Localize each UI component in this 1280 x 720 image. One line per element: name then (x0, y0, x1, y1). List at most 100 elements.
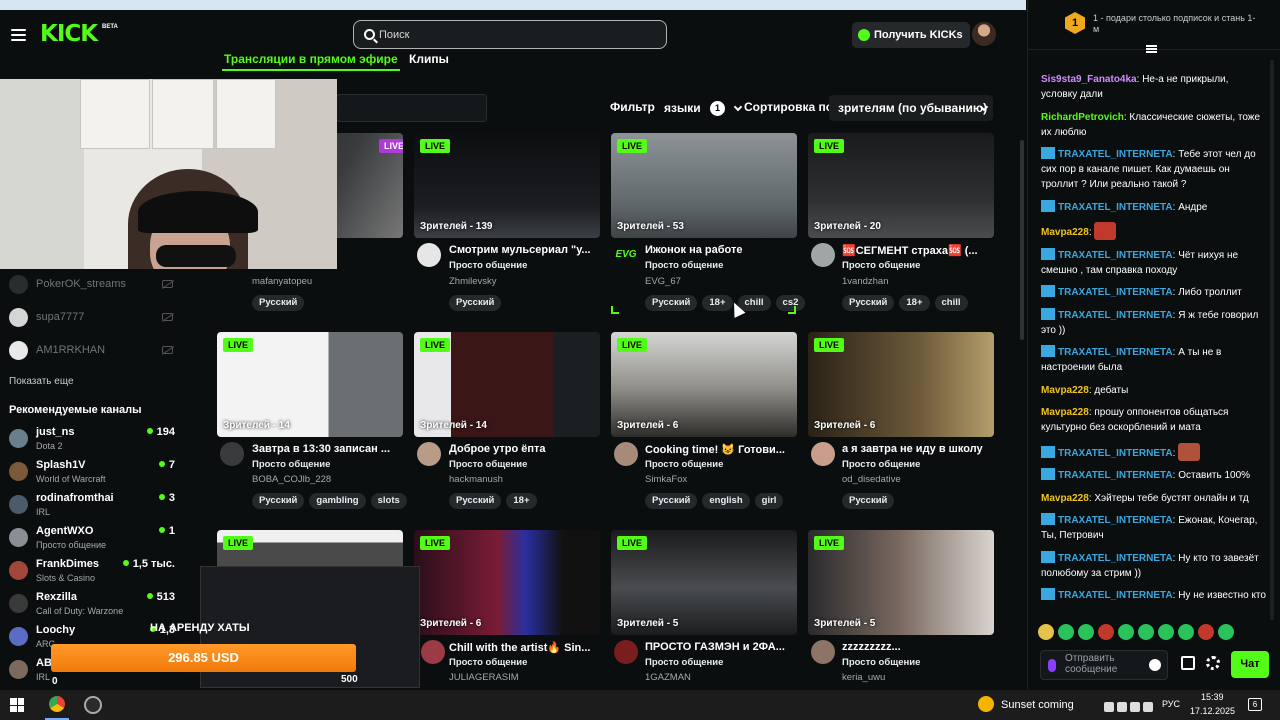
kick-logo[interactable]: KICK (40, 21, 98, 47)
hamburger-menu-icon[interactable] (11, 29, 26, 41)
streamer-avatar[interactable] (417, 442, 441, 466)
streamer-name[interactable]: JULIAGERASIM (449, 672, 519, 683)
stream-thumbnail[interactable]: LIVE Зрителей - 6 (414, 530, 600, 635)
stream-thumbnail[interactable]: LIVE Зрителей - 6 (611, 332, 797, 437)
search-box[interactable] (353, 20, 667, 49)
stream-thumbnail[interactable]: LIVE Зрителей - 5 (808, 530, 994, 635)
chat-username[interactable]: Mavpa228 (1041, 227, 1089, 238)
chat-username[interactable]: TRAXATEL_INTERNETA (1058, 590, 1173, 601)
show-more-link[interactable]: Показать еще (9, 376, 74, 387)
sort-dropdown[interactable]: зрителям (по убыванию) (829, 95, 993, 121)
streamer-avatar[interactable] (421, 640, 445, 664)
streamer-name[interactable]: hackmanush (449, 474, 503, 485)
chat-username[interactable]: Mavpa228 (1041, 407, 1089, 418)
sidebar-item-recommended[interactable]: Rexzilla Call of Duty: Warzone 513 (9, 591, 175, 621)
stream-category[interactable]: Просто общение (449, 260, 527, 271)
mic-icon[interactable] (1048, 659, 1056, 672)
chat-username[interactable]: TRAXATEL_INTERNETA (1058, 515, 1173, 526)
tag[interactable]: Русский (842, 493, 895, 509)
emote-icon[interactable] (1198, 624, 1214, 640)
chat-username[interactable]: TRAXATEL_INTERNETA (1058, 448, 1173, 459)
tag[interactable]: Русский (252, 493, 305, 509)
emote-icon[interactable] (1138, 624, 1154, 640)
stream-thumbnail[interactable]: LIVE Зрителей - 5 (611, 530, 797, 635)
category-filter-input[interactable] (336, 94, 487, 122)
tab-live-streams[interactable]: Трансляции в прямом эфире (222, 52, 400, 71)
chat-username[interactable]: Mavpa228 (1041, 385, 1089, 396)
stream-category[interactable]: Просто общение (645, 657, 723, 668)
windows-start-icon[interactable] (10, 698, 24, 712)
sidebar-item-recommended[interactable]: just_ns Dota 2 194 (9, 426, 175, 456)
streamer-avatar[interactable] (614, 640, 638, 664)
stream-category[interactable]: Просто общение (645, 459, 723, 470)
streamer-name[interactable]: 1vandzhan (842, 276, 888, 287)
stream-thumbnail[interactable]: LIVE Зрителей - 6 (808, 332, 994, 437)
obs-icon[interactable] (84, 696, 102, 714)
chat-username[interactable]: TRAXATEL_INTERNETA (1058, 287, 1173, 298)
clock-time[interactable]: 15:39 (1201, 692, 1224, 702)
emoji-icon[interactable] (1149, 659, 1161, 671)
weather-text[interactable]: Sunset coming (1001, 699, 1074, 711)
emote-icon[interactable] (1118, 624, 1134, 640)
tag[interactable]: Русский (449, 493, 502, 509)
stream-category[interactable]: Просто общение (842, 459, 920, 470)
chat-username[interactable]: TRAXATEL_INTERNETA (1058, 310, 1173, 321)
emote-icon[interactable] (1158, 624, 1174, 640)
streamer-name[interactable]: EVG_67 (645, 276, 681, 287)
tag[interactable]: chill (934, 295, 968, 311)
search-input[interactable] (379, 26, 649, 44)
chat-input[interactable] (1065, 653, 1145, 679)
tag[interactable]: 18+ (506, 493, 537, 509)
clock-date[interactable]: 17.12.2025 (1190, 706, 1235, 716)
streamer-avatar[interactable]: EVG (614, 243, 638, 267)
stream-title[interactable]: ПРОСТО ГАЗМЭН и 2ФА... (645, 641, 795, 653)
tag[interactable]: Русский (252, 295, 305, 311)
user-avatar[interactable] (972, 22, 996, 46)
sidebar-item-recommended[interactable]: FrankDimes Slots & Casino 1,5 тыс. (9, 558, 175, 588)
streamer-name[interactable]: Zhmilevsky (449, 276, 497, 287)
sidebar-item-followed[interactable]: PokerOK_streams (9, 274, 179, 296)
chat-send-button[interactable]: Чат (1231, 651, 1269, 678)
emote-icon[interactable] (1058, 624, 1074, 640)
streamer-name[interactable]: od_disedative (842, 474, 901, 485)
stream-category[interactable]: Просто общение (252, 459, 330, 470)
chat-username[interactable]: Sis9sta9_Fanato4ka (1041, 74, 1137, 85)
emote-icon[interactable] (1178, 624, 1194, 640)
chat-username[interactable]: TRAXATEL_INTERNETA (1058, 470, 1173, 481)
stream-category[interactable]: Просто общение (449, 459, 527, 470)
stream-thumbnail[interactable]: LIVE Зрителей - 20 (808, 133, 994, 238)
chat-username[interactable]: TRAXATEL_INTERNETA (1058, 553, 1173, 564)
stream-category[interactable]: Просто общение (645, 260, 723, 271)
chat-username[interactable]: TRAXATEL_INTERNETA (1058, 202, 1173, 213)
streamer-avatar[interactable] (220, 442, 244, 466)
tag[interactable]: 18+ (899, 295, 930, 311)
sidebar-item-recommended[interactable]: rodinafromthai IRL 3 (9, 492, 175, 522)
stream-category[interactable]: Просто общение (842, 657, 920, 668)
chat-scrollbar[interactable] (1270, 60, 1274, 620)
tag[interactable]: english (702, 493, 750, 509)
gear-icon[interactable] (1206, 656, 1220, 670)
streamer-avatar[interactable] (614, 442, 638, 466)
streamer-avatar[interactable] (811, 243, 835, 267)
streamer-name[interactable]: 1GAZMAN (645, 672, 691, 683)
streamer-name[interactable]: mafanyatopeu (252, 276, 312, 287)
stream-title[interactable]: 🆘СЕГМЕНТ страха🆘 (... (842, 244, 992, 257)
emote-icon[interactable] (1098, 624, 1114, 640)
sidebar-item-followed[interactable]: supa7777 (9, 307, 179, 329)
chat-username[interactable]: Mavpa228 (1041, 493, 1089, 504)
chat-username[interactable]: TRAXATEL_INTERNETA (1058, 149, 1173, 160)
tag[interactable]: gambling (309, 493, 366, 509)
pinned-expand-icon[interactable] (1146, 45, 1157, 54)
stream-title[interactable]: Доброе утро ёпта (449, 443, 599, 455)
emote-icon[interactable] (1078, 624, 1094, 640)
chat-username[interactable]: TRAXATEL_INTERNETA (1058, 347, 1173, 358)
main-scrollbar[interactable] (1020, 140, 1024, 340)
stream-thumbnail[interactable]: LIVE Зрителей - 14 (217, 332, 403, 437)
streamer-avatar[interactable] (811, 442, 835, 466)
stream-thumbnail[interactable]: LIVE Зрителей - 14 (414, 332, 600, 437)
tab-clips[interactable]: Клипы (409, 52, 449, 66)
stream-title[interactable]: Cooking time! 😺 Готови... (645, 443, 795, 456)
tag[interactable]: Русский (645, 493, 698, 509)
gift-icon[interactable] (1181, 656, 1195, 670)
streamer-name[interactable]: keria_uwu (842, 672, 885, 683)
